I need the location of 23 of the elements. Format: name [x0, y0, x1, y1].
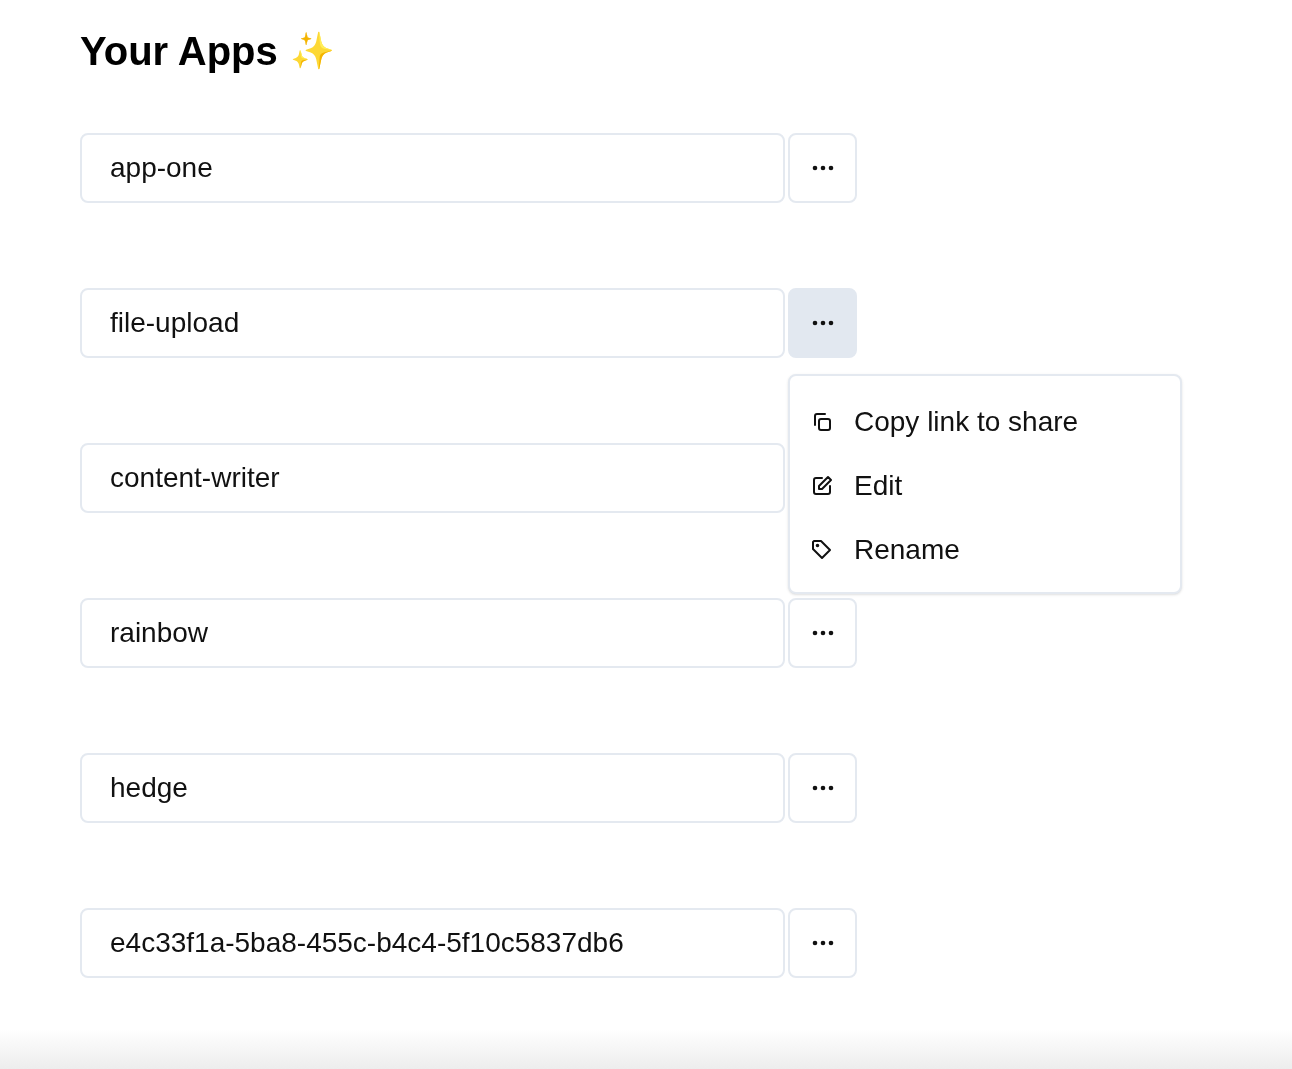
more-icon [811, 785, 834, 791]
more-icon [811, 630, 834, 636]
more-options-button[interactable] [788, 753, 857, 823]
page-title: Your Apps [80, 28, 278, 75]
menu-item[interactable]: Edit [854, 465, 903, 507]
edit-icon [810, 474, 834, 498]
more-options-button[interactable] [788, 288, 857, 358]
app-name-field[interactable]: rainbow [80, 598, 785, 668]
tag-icon [810, 538, 834, 562]
menu-item[interactable]: Rename [854, 529, 960, 571]
menu-item[interactable]: Copy link to share [854, 401, 1079, 443]
more-icon [811, 165, 834, 171]
more-icon [811, 940, 834, 946]
app-name-field[interactable]: app-one [80, 133, 785, 203]
more-icon [811, 320, 834, 326]
more-options-button[interactable] [788, 598, 857, 668]
app-name-field[interactable]: e4c33f1a-5ba8-455c-b4c4-5f10c5837db6 [80, 908, 785, 978]
more-options-button[interactable] [788, 133, 857, 203]
more-options-button[interactable] [788, 908, 857, 978]
app-name-field[interactable]: hedge [80, 753, 785, 823]
app-name-field[interactable]: file-upload [80, 288, 785, 358]
app-name-field[interactable]: content-writer [80, 443, 785, 513]
sparkles-emoji: ✨ [289, 29, 335, 73]
